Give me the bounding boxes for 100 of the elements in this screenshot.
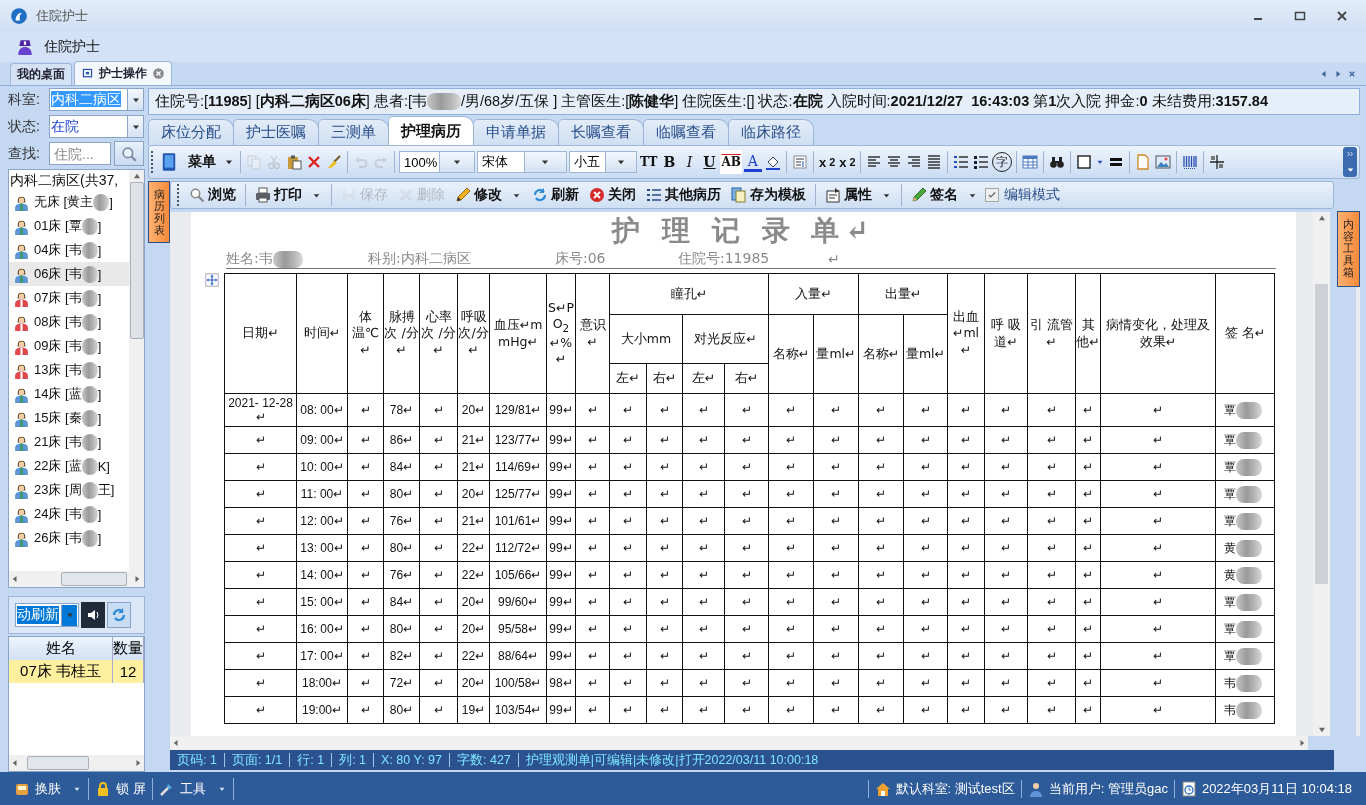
table-cell: ↵	[768, 393, 814, 427]
column-header: 姓名	[9, 637, 113, 660]
signature-cell: 覃	[1215, 480, 1275, 508]
blurred-text	[426, 93, 461, 110]
skin-button[interactable]: 换肤	[8, 777, 89, 800]
bold-button[interactable]: B	[660, 150, 679, 174]
bed-list-item[interactable]: 13床 [韦 ]	[9, 358, 129, 382]
toolbar-overflow-button[interactable]	[1343, 147, 1357, 177]
table-cell: ↵	[646, 426, 683, 454]
font-size-button[interactable]: TT	[639, 150, 659, 174]
template-button[interactable]: 存为模板	[728, 183, 809, 207]
edit-button[interactable]: 修改	[452, 183, 525, 207]
refresh-button[interactable]: 刷新	[529, 183, 582, 207]
combo-box[interactable]: 宋体	[477, 151, 567, 173]
bed-list-item[interactable]: 07床 [韦 ]	[9, 286, 129, 310]
tab[interactable]: 申请单据	[473, 119, 559, 145]
bed-list-item[interactable]: 01床 [覃 ]	[9, 214, 129, 238]
scrollbar[interactable]	[9, 755, 144, 771]
refresh-dropdown[interactable]: 动刷新	[15, 603, 79, 627]
bed-list-item[interactable]: 23床 [周 王]	[9, 478, 129, 502]
dropdown[interactable]: 在院	[49, 115, 144, 138]
document-tab[interactable]: 我的桌面	[10, 63, 72, 85]
tools-button[interactable]: 工具	[152, 777, 234, 800]
table-cell: ↵	[903, 507, 948, 535]
bed-list-item[interactable]: 21床 [韦 ]	[9, 430, 129, 454]
table-cell: 20↵	[457, 669, 490, 697]
blurred-text	[81, 289, 98, 307]
column-header: 时间↵	[296, 273, 348, 394]
edit-mode-checkbox[interactable]: 编辑模式	[985, 186, 1060, 204]
scrollbar[interactable]	[129, 170, 144, 571]
lock-button[interactable]: 锁 屏	[89, 777, 153, 800]
table-cell: ↵	[984, 507, 1028, 535]
bed-list-item[interactable]: 14床 [蓝 ]	[9, 382, 129, 406]
table-cell: ↵	[768, 534, 814, 562]
table-cell: ↵	[224, 588, 297, 616]
table-cell: ↵	[768, 453, 814, 481]
search-field[interactable]: 住院...	[49, 142, 111, 165]
combo-box[interactable]: 小五	[569, 151, 637, 173]
table-cell: ↵	[813, 642, 859, 670]
underline-button[interactable]: U	[700, 150, 719, 174]
properties-button[interactable]: 属性	[822, 183, 895, 207]
table-cell: 76↵	[383, 507, 420, 535]
table-cell: ↵	[813, 696, 859, 724]
table-cell: 2021- 12-28↵	[224, 393, 297, 427]
table-cell: ↵	[903, 480, 948, 508]
search-button[interactable]	[114, 141, 144, 166]
table-cell: 80↵	[383, 615, 420, 643]
close-button[interactable]: 关闭	[586, 183, 639, 207]
column-header: 血压↵mmHg↵	[489, 273, 547, 394]
tab[interactable]: 护士医嘱	[233, 119, 319, 145]
bed-list-item[interactable]: 15床 [秦 ]	[9, 406, 129, 430]
document-tab[interactable]: 护士操作	[74, 61, 172, 85]
font-color-button[interactable]: A	[743, 152, 762, 172]
scrollbar[interactable]	[9, 571, 144, 587]
bed-list-item[interactable]: 06床 [韦 ]	[9, 262, 129, 286]
table-cell: ↵	[984, 588, 1028, 616]
tab[interactable]: 临嘱查看	[643, 119, 729, 145]
tab[interactable]: 护理病历	[388, 116, 474, 145]
speaker-button[interactable]	[81, 602, 105, 628]
bed-list-item[interactable]: 09床 [韦 ]	[9, 334, 129, 358]
side-tab[interactable]: 内容工具箱	[1337, 211, 1360, 287]
table-cell: ↵	[419, 453, 458, 481]
properties-icon	[825, 187, 841, 203]
tab[interactable]: 三测单	[318, 119, 389, 145]
app-logo-icon	[10, 7, 28, 25]
tab[interactable]: 床位分配	[148, 119, 234, 145]
scrollbar[interactable]	[1313, 212, 1330, 736]
tab-close-icon[interactable]	[152, 67, 165, 80]
table-cell: ↵	[724, 696, 769, 724]
combo-box[interactable]: 100%	[399, 151, 475, 173]
sign-button[interactable]: 签名	[908, 183, 981, 207]
table-cell: ↵	[419, 615, 458, 643]
browse-icon	[189, 187, 205, 203]
table-cell: ↵	[224, 426, 297, 454]
bed-list-item[interactable]: 04床 [韦 ]	[9, 238, 129, 262]
table-cell: ↵	[1100, 480, 1216, 508]
browse-button[interactable]: 浏览	[186, 183, 239, 207]
table-cell: ↵	[1075, 561, 1101, 589]
list-button[interactable]: 其他病历	[643, 183, 724, 207]
table-cell: ↵	[419, 393, 458, 427]
italic-button[interactable]: I	[680, 150, 699, 174]
scrollbar[interactable]	[170, 736, 1308, 750]
table-cell: 14: 00↵	[296, 561, 348, 589]
bed-list-item[interactable]: 08床 [韦 ]	[9, 310, 129, 334]
blurred-text	[1236, 512, 1262, 530]
print-button[interactable]: 打印	[252, 183, 325, 207]
menu-button[interactable]: 菜单	[158, 150, 236, 174]
table-icon	[1022, 154, 1039, 170]
check-icon	[987, 190, 997, 200]
bed-list-item[interactable]: 26床 [韦 ]	[9, 526, 129, 550]
strikethrough-button[interactable]: AB	[720, 150, 742, 174]
column-header: 脉搏次 /分↵	[383, 273, 420, 394]
bed-list-item[interactable]: 22床 [蓝 K]	[9, 454, 129, 478]
page-icon	[1135, 154, 1152, 170]
tab[interactable]: 临床路径	[728, 119, 814, 145]
tab[interactable]: 长嘱查看	[558, 119, 644, 145]
signature-cell: 覃	[1215, 642, 1275, 670]
bed-list-item[interactable]: 无床 [黄主 ]	[9, 190, 129, 214]
side-tab[interactable]: 病历列表	[148, 181, 170, 243]
bed-list-item[interactable]: 24床 [韦 ]	[9, 502, 129, 526]
